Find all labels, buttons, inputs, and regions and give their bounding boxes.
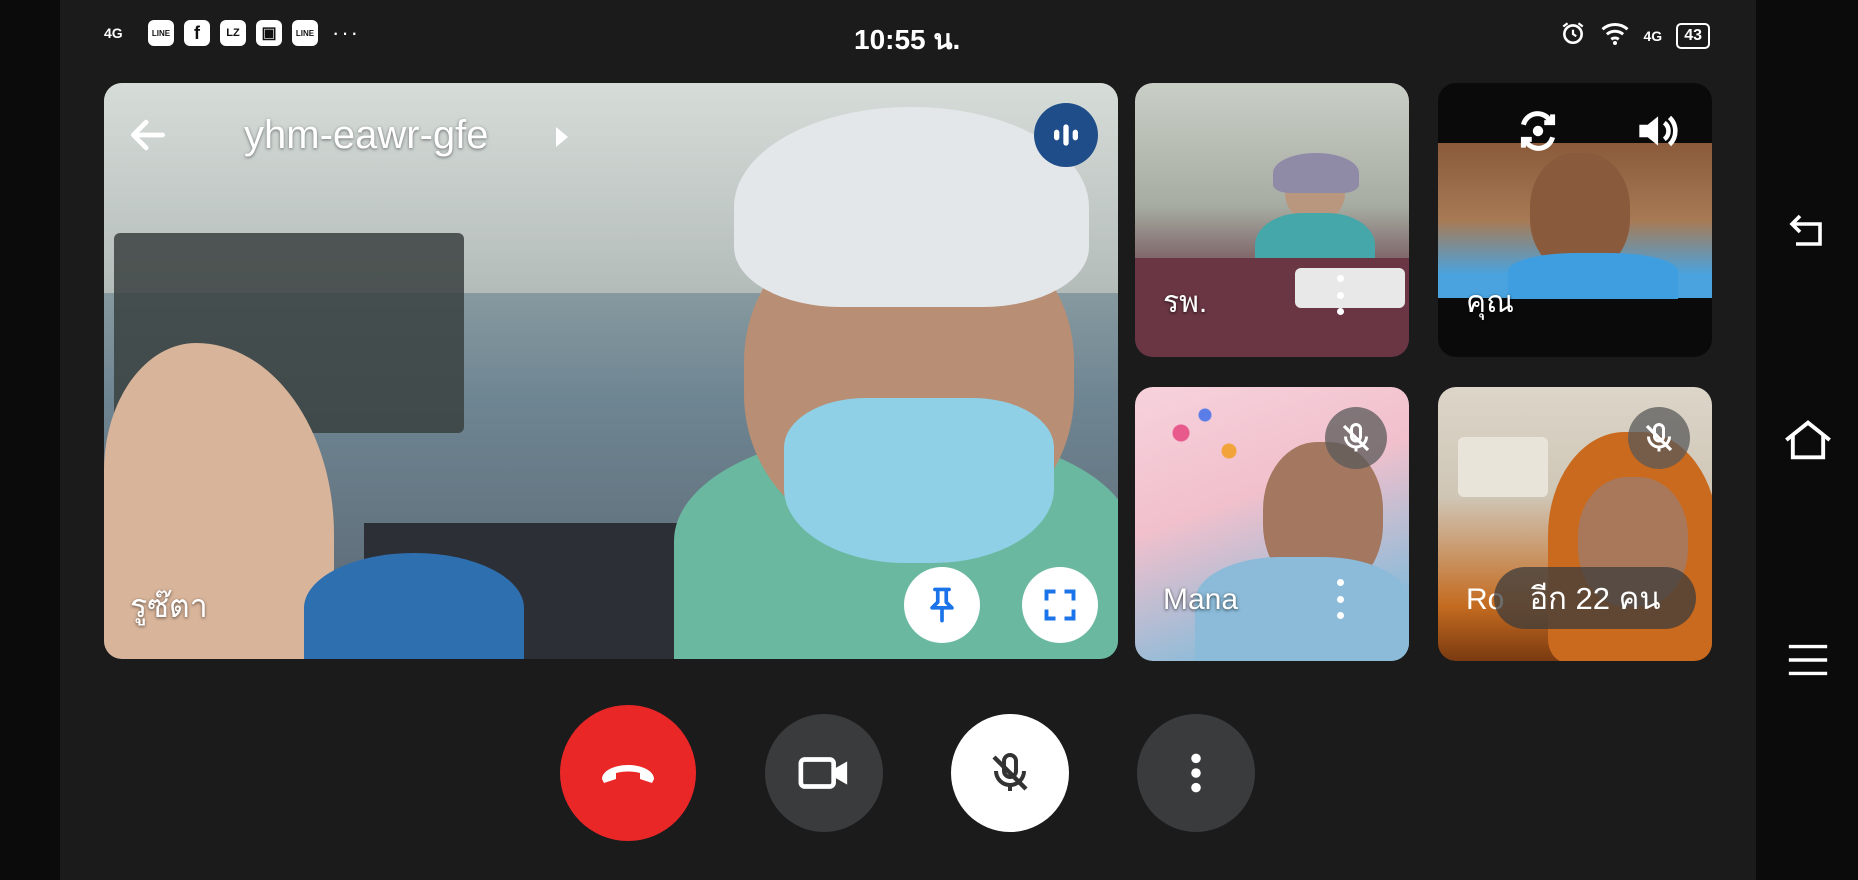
signal-icon: 4G [104, 25, 123, 41]
camera-toggle-button[interactable] [765, 714, 883, 832]
gallery-app-icon: ▣ [256, 20, 282, 46]
self-view-tile[interactable]: คุณ [1438, 83, 1712, 357]
system-back-button[interactable] [1780, 204, 1836, 260]
wifi-icon [1600, 20, 1630, 51]
battery-indicator: 43 [1676, 22, 1710, 49]
more-options-button[interactable] [1137, 714, 1255, 832]
more-participants-badge[interactable]: อีก 22 คน [1494, 567, 1696, 629]
lazada-app-icon: LZ [220, 20, 246, 46]
fullscreen-button[interactable] [1022, 567, 1098, 643]
participant-name: รพ. [1163, 286, 1208, 319]
tile-options-button[interactable] [1335, 579, 1345, 619]
meeting-details-caret-icon[interactable] [556, 127, 568, 147]
facebook-app-icon: f [184, 20, 210, 46]
camera-icon [798, 757, 848, 789]
participant-name: รูซ๊ตา [130, 588, 208, 624]
speaker-icon [1639, 115, 1678, 147]
network-type: 4G [1643, 27, 1663, 44]
back-nav-icon [1789, 214, 1822, 246]
menu-nav-icon [1788, 644, 1828, 676]
participant-overflow-tile[interactable]: Ro อีก 22 คน [1438, 387, 1712, 661]
mic-off-icon [1325, 407, 1387, 469]
line-app-icon-2: LINE [292, 20, 318, 46]
left-bezel [0, 0, 60, 880]
main-video-tile[interactable]: yhm-eawr-gfe รูซ๊ตา [104, 83, 1118, 659]
back-button[interactable] [126, 113, 170, 157]
end-call-button[interactable] [560, 705, 696, 841]
end-call-icon [602, 765, 654, 783]
mic-off-icon [1628, 407, 1690, 469]
participant-name: Mana [1163, 583, 1239, 616]
speaker-button[interactable] [1628, 103, 1684, 159]
clock: 10:55 น. [854, 24, 961, 55]
pin-icon [930, 587, 954, 623]
microphone-toggle-button[interactable] [951, 714, 1069, 832]
mic-off-icon [992, 753, 1028, 791]
home-nav-icon [1785, 420, 1831, 460]
more-vert-icon [1191, 753, 1201, 793]
arrow-left-icon [130, 119, 166, 151]
switch-camera-button[interactable] [1510, 103, 1566, 159]
system-recents-button[interactable] [1780, 632, 1836, 688]
participant-name: คุณ [1466, 286, 1514, 319]
fullscreen-icon [1044, 589, 1076, 621]
more-notifications-icon: ··· [332, 20, 360, 45]
audio-level-icon [1034, 103, 1098, 167]
status-bar: 4G LINE f LZ ▣ LINE ··· 10:55 น. 4G 43 [104, 14, 1710, 58]
meeting-top-bar: yhm-eawr-gfe [104, 83, 1118, 193]
line-app-icon: LINE [148, 20, 174, 46]
participant-tile[interactable]: Mana [1135, 387, 1409, 661]
system-home-button[interactable] [1780, 412, 1836, 468]
meeting-code[interactable]: yhm-eawr-gfe [244, 113, 489, 158]
status-bar-left: 4G LINE f LZ ▣ LINE ··· [104, 20, 360, 46]
switch-camera-icon [1520, 111, 1556, 151]
pin-button[interactable] [904, 567, 980, 643]
status-bar-right: 4G 43 [1560, 20, 1710, 51]
participant-tile[interactable]: รพ. [1135, 83, 1409, 357]
alarm-icon [1560, 20, 1586, 51]
tile-options-button[interactable] [1335, 275, 1345, 315]
